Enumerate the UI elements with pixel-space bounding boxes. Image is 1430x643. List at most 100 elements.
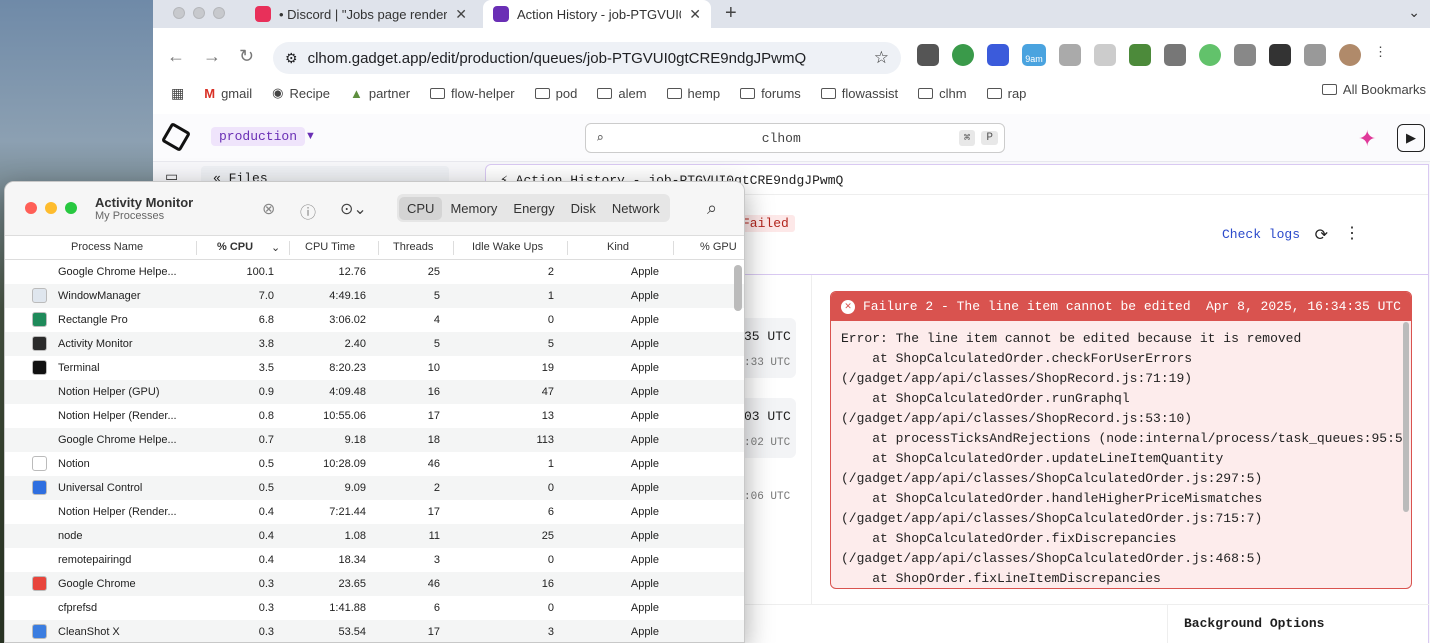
bookmark-folder[interactable]: forums bbox=[740, 86, 801, 101]
table-row[interactable]: Notion Helper (Render... 0.8 10:55.06 17 13 A… bbox=[5, 404, 744, 428]
column-cpu-time[interactable]: CPU Time bbox=[305, 241, 355, 253]
caret-down-icon[interactable]: ▼ bbox=[305, 130, 316, 142]
environment-selector[interactable]: production bbox=[211, 127, 306, 146]
table-row[interactable]: Activity Monitor 3.8 2.40 5 5 Apple bbox=[5, 332, 744, 356]
site-info-icon[interactable]: ⚙ bbox=[285, 50, 298, 67]
bookmark-folder[interactable]: alem bbox=[597, 86, 647, 101]
bookmark-recipe[interactable]: ◉ Recipe bbox=[272, 85, 330, 101]
extension-icon[interactable] bbox=[1129, 44, 1151, 66]
table-row[interactable]: Universal Control 0.5 9.09 2 0 Apple bbox=[5, 476, 744, 500]
gadget-logo-icon[interactable] bbox=[160, 121, 192, 153]
table-row[interactable]: WindowManager 7.0 4:49.16 5 1 Apple bbox=[5, 284, 744, 308]
wake-ups-value: 0 bbox=[547, 602, 554, 614]
table-row[interactable]: Google Chrome Helpe... 100.1 12.76 25 2 Apple bbox=[5, 260, 744, 284]
cpu-value: 0.3 bbox=[258, 602, 274, 614]
bookmark-gmail[interactable]: Mgmail bbox=[204, 86, 252, 101]
failure-header[interactable]: ✕ Failure 2 - The line item cannot be ed… bbox=[831, 292, 1411, 321]
zoom-window-button[interactable] bbox=[65, 202, 77, 214]
table-row[interactable]: Rectangle Pro 6.8 3:06.02 4 0 Apple bbox=[5, 308, 744, 332]
table-row[interactable]: remotepairingd 0.4 18.34 3 0 Apple bbox=[5, 548, 744, 572]
table-scrollbar[interactable] bbox=[734, 265, 742, 311]
threads-value: 3 bbox=[433, 554, 440, 566]
tab-energy[interactable]: Energy bbox=[505, 197, 562, 220]
threads-value: 25 bbox=[427, 266, 440, 278]
back-arrow-icon[interactable]: ← bbox=[167, 46, 185, 67]
check-logs-link[interactable]: Check logs bbox=[1222, 227, 1300, 242]
tab-disk[interactable]: Disk bbox=[563, 197, 604, 220]
tab-action-history[interactable]: Action History - job-PTGVUI0 ✕ bbox=[483, 0, 711, 28]
forward-arrow-icon[interactable]: → bbox=[203, 46, 221, 67]
profile-avatar[interactable] bbox=[1339, 44, 1361, 66]
refresh-icon[interactable]: ⟳ bbox=[1315, 225, 1328, 245]
bookmark-folder[interactable]: rap bbox=[986, 86, 1026, 101]
column-divider bbox=[289, 241, 290, 255]
bookmark-folder[interactable]: hemp bbox=[666, 86, 720, 101]
close-window-button[interactable] bbox=[25, 202, 37, 214]
tab-discord[interactable]: • Discord | "Jobs page render ✕ bbox=[245, 0, 477, 28]
tab-memory[interactable]: Memory bbox=[442, 197, 505, 220]
app-icon bbox=[32, 576, 47, 591]
table-row[interactable]: Google Chrome Helpe... 0.7 9.18 18 113 Apple bbox=[5, 428, 744, 452]
extension-icon[interactable] bbox=[1269, 44, 1291, 66]
tab-network[interactable]: Network bbox=[604, 197, 668, 220]
bookmark-star-icon[interactable]: ☆ bbox=[874, 48, 889, 68]
table-row[interactable]: CleanShot X 0.3 53.54 17 3 Apple bbox=[5, 620, 744, 642]
column-kind[interactable]: Kind bbox=[607, 241, 629, 253]
calendar-extension-icon[interactable]: 9am bbox=[1022, 44, 1046, 66]
all-bookmarks[interactable]: All Bookmarks bbox=[1321, 82, 1426, 97]
bookmark-folder[interactable]: flow-helper bbox=[430, 86, 515, 101]
window-subtitle[interactable]: My Processes bbox=[95, 210, 164, 222]
address-bar[interactable]: ⚙ clhom.gadget.app/edit/production/queue… bbox=[273, 42, 901, 74]
tab-cpu[interactable]: CPU bbox=[399, 196, 443, 220]
extension-icon[interactable] bbox=[952, 44, 974, 66]
bookmark-folder[interactable]: flowassist bbox=[820, 86, 898, 101]
tab-search-chevron-icon[interactable]: ⌄ bbox=[1408, 4, 1420, 21]
close-window-button[interactable] bbox=[173, 7, 185, 19]
minimize-window-button[interactable] bbox=[193, 7, 205, 19]
table-row[interactable]: cfprefsd 0.3 1:41.88 6 0 Apple bbox=[5, 596, 744, 620]
cpu-value: 7.0 bbox=[258, 290, 274, 302]
more-options-icon[interactable]: ⋮ bbox=[1344, 223, 1360, 243]
new-tab-button[interactable]: + bbox=[725, 2, 737, 25]
bookmark-folder[interactable]: pod bbox=[534, 86, 577, 101]
puzzle-icon[interactable] bbox=[1304, 44, 1326, 66]
ai-assistant-sparkle-icon[interactable]: ✦ bbox=[1358, 126, 1376, 152]
table-row[interactable]: node 0.4 1.08 11 25 Apple bbox=[5, 524, 744, 548]
column-gpu[interactable]: % GPU bbox=[700, 241, 737, 253]
extension-icon[interactable] bbox=[1164, 44, 1186, 66]
menu-kebab-icon[interactable]: ⋮ bbox=[1374, 44, 1387, 66]
trace-scrollbar[interactable] bbox=[1403, 322, 1409, 512]
table-row[interactable]: Terminal 3.5 8:20.23 10 19 Apple bbox=[5, 356, 744, 380]
threads-value: 6 bbox=[433, 602, 440, 614]
bookmark-partner[interactable]: ▲ partner bbox=[350, 86, 410, 101]
extension-icon[interactable] bbox=[1234, 44, 1256, 66]
reload-icon[interactable]: ↻ bbox=[239, 46, 254, 67]
table-row[interactable]: Notion Helper (Render... 0.4 7:21.44 17 6 App… bbox=[5, 500, 744, 524]
apps-grid-icon[interactable]: ▦ bbox=[171, 85, 184, 102]
extension-icon[interactable] bbox=[1199, 44, 1221, 66]
column-process-name[interactable]: Process Name bbox=[71, 241, 143, 253]
search-input[interactable]: ⌕ clhom ⌘ P bbox=[585, 123, 1005, 153]
column-cpu[interactable]: % CPU bbox=[217, 241, 253, 253]
run-play-icon[interactable]: ▶ bbox=[1397, 124, 1425, 152]
close-tab-icon[interactable]: ✕ bbox=[689, 6, 701, 23]
more-actions-icon[interactable]: ⊙⌄ bbox=[340, 199, 367, 219]
qr-extension-icon[interactable] bbox=[1059, 44, 1081, 66]
column-divider bbox=[673, 241, 674, 255]
table-row[interactable]: Notion Helper (GPU) 0.9 4:09.48 16 47 Apple bbox=[5, 380, 744, 404]
column-threads[interactable]: Threads bbox=[393, 241, 433, 253]
extension-icon[interactable] bbox=[1094, 44, 1116, 66]
extension-icon[interactable] bbox=[917, 44, 939, 66]
column-idle-wake-ups[interactable]: Idle Wake Ups bbox=[472, 241, 543, 253]
stop-process-icon[interactable]: ⊗ bbox=[262, 199, 275, 219]
app-icon bbox=[32, 360, 47, 375]
bookmark-folder[interactable]: clhm bbox=[918, 86, 967, 101]
minimize-window-button[interactable] bbox=[45, 202, 57, 214]
zoom-window-button[interactable] bbox=[213, 7, 225, 19]
search-icon[interactable]: ⌕ bbox=[707, 198, 717, 219]
table-row[interactable]: Notion 0.5 10:28.09 46 1 Apple bbox=[5, 452, 744, 476]
table-row[interactable]: Google Chrome 0.3 23.65 46 16 Apple bbox=[5, 572, 744, 596]
extension-icon[interactable] bbox=[987, 44, 1009, 66]
info-icon[interactable]: ⓘ bbox=[300, 199, 316, 223]
close-tab-icon[interactable]: ✕ bbox=[455, 6, 467, 23]
